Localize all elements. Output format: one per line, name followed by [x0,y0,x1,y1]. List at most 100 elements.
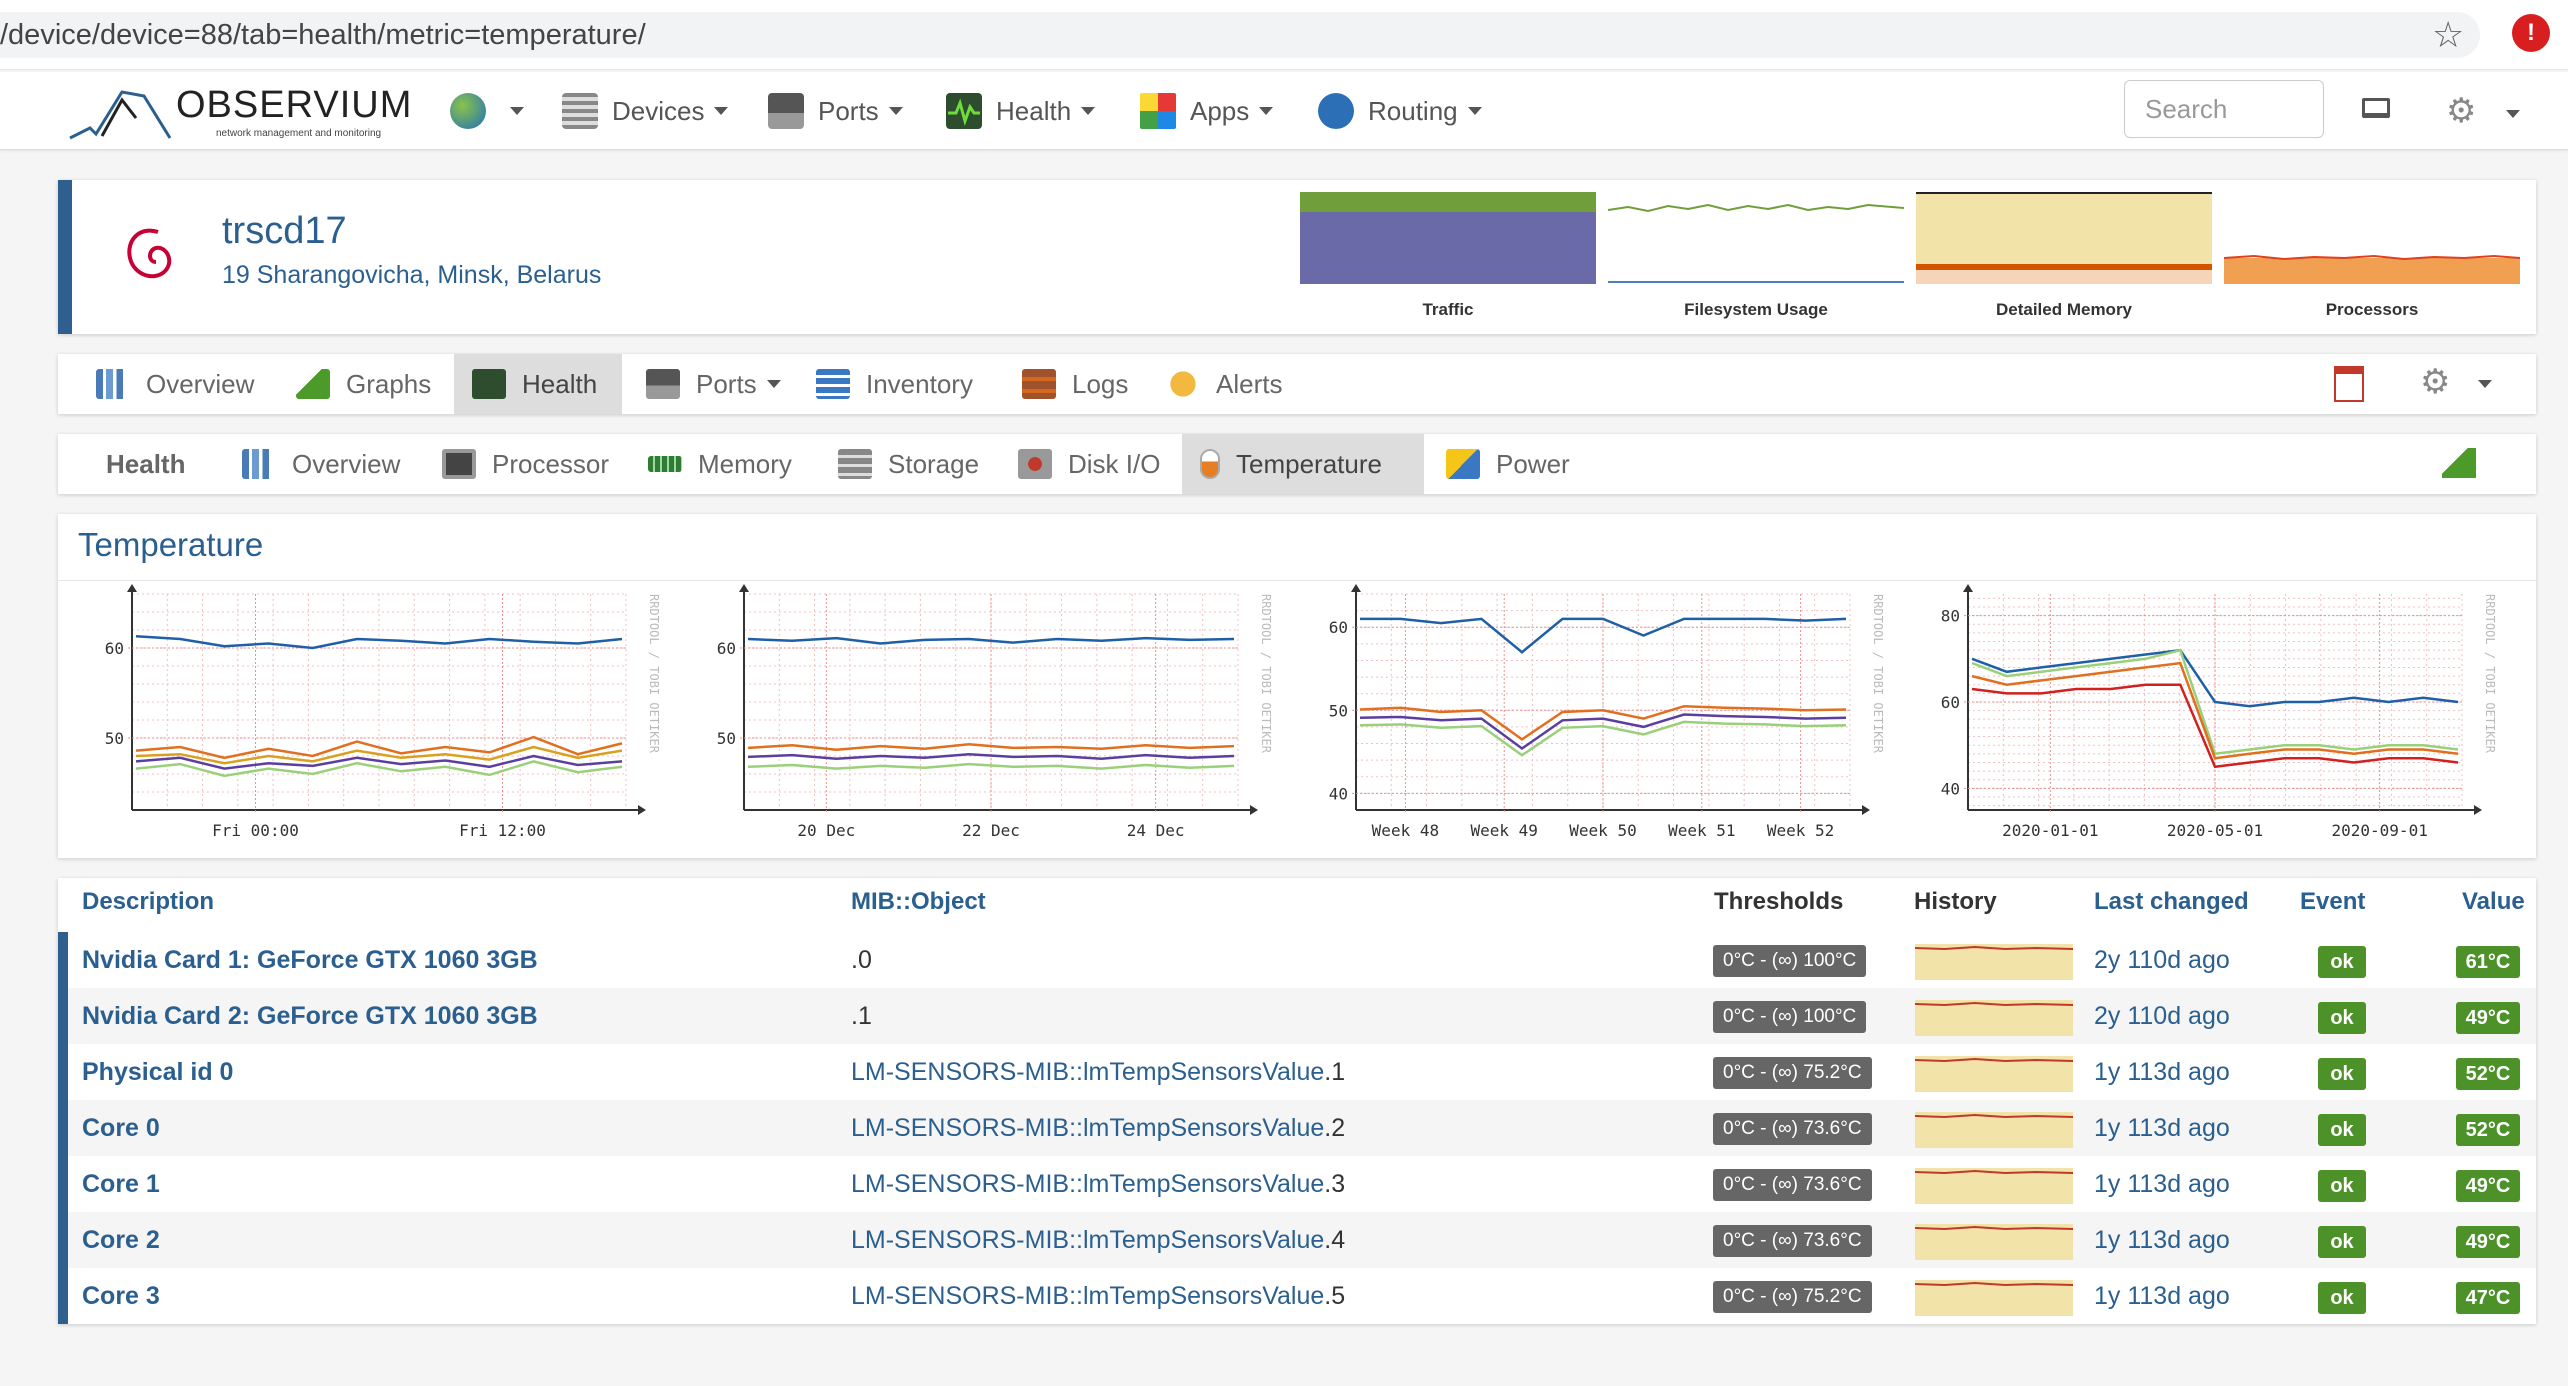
col-event[interactable]: Event [2300,888,2365,916]
temperature-graph-year[interactable]: 40 60 80 2020-01-01 2020-05-01 2020-09-01 RRDT… [1914,584,2514,848]
mib-name[interactable]: LM-SENSORS-MIB::lmTempSensorsValue [851,1114,1324,1142]
col-description[interactable]: Description [82,888,214,916]
bookmark-star-icon[interactable]: ☆ [2432,14,2464,56]
memory-minigraph[interactable]: Detailed Memory [1916,192,2212,319]
nav-globe[interactable] [450,88,524,134]
chevron-down-icon[interactable] [2506,110,2520,118]
laptop-icon[interactable] [2362,98,2390,118]
table-row[interactable]: Physical id 0 LM-SENSORS-MIB::lmTempSenso… [58,1044,2536,1100]
gear-icon[interactable]: ⚙ [2420,364,2450,400]
sensor-mib[interactable]: LM-SENSORS-MIB::lmTempSensorsValue.1 [851,1044,1345,1100]
sensor-mib[interactable]: .1 [851,988,872,1044]
tab-health-label: Health [522,368,598,399]
subtab-processor[interactable]: Processor [424,434,627,494]
bell-icon [1166,369,1200,399]
history-sparkline[interactable] [1915,1056,2073,1092]
history-sparkline[interactable] [1915,1224,2073,1260]
notebook-icon[interactable] [2334,366,2364,402]
filesystem-minigraph[interactable]: Filesystem Usage [1607,192,1905,319]
temperature-graph-week[interactable]: 50 60 20 Dec 22 Dec 24 Dec RRDTOOL / TOBI OET… [690,584,1290,848]
top-navbar: OBSERVIUM network management and monitor… [0,72,2568,150]
nav-health[interactable]: Health [946,88,1096,134]
tab-inventory[interactable]: Inventory [798,354,991,414]
bar-chart-icon [96,369,130,399]
tab-ports[interactable]: Ports [628,354,799,414]
subtab-overview[interactable]: Overview [224,434,418,494]
sensor-mib[interactable]: LM-SENSORS-MIB::lmTempSensorsValue.3 [851,1156,1345,1212]
device-hostname[interactable]: trscd17 [222,210,347,253]
heartbeat-icon [946,93,982,129]
health-subtabbar: Health Overview Processor Memory Storage… [58,434,2536,494]
extension-icon[interactable]: ! [2512,14,2550,52]
y-axis-arrow [1351,584,1361,592]
col-last-changed[interactable]: Last changed [2094,888,2249,916]
bar-chart-icon [242,449,276,479]
nav-apps[interactable]: Apps [1140,88,1274,134]
sensor-description[interactable]: Core 2 [82,1212,160,1268]
table-row[interactable]: Nvidia Card 1: GeForce GTX 1060 3GB .0 0°C… [58,932,2536,988]
col-thresholds: Thresholds [1714,888,1844,915]
sensor-mib[interactable]: .0 [851,932,872,988]
mib-object: .0 [851,946,872,974]
y-axis-arrow [739,584,749,592]
history-sparkline[interactable] [1915,944,2073,980]
temperature-graph-day[interactable]: 50 60 Fri 00:00 Fri 12:00 RRDTOOL / TOBI OET… [78,584,678,848]
sensor-mib[interactable]: LM-SENSORS-MIB::lmTempSensorsValue.4 [851,1212,1345,1268]
col-mib[interactable]: MIB::Object [851,888,986,916]
chevron-down-icon[interactable] [2478,380,2492,388]
mib-name[interactable]: LM-SENSORS-MIB::lmTempSensorsValue [851,1058,1324,1086]
nav-devices[interactable]: Devices [562,88,729,134]
history-sparkline[interactable] [1915,1168,2073,1204]
sensor-mib[interactable]: LM-SENSORS-MIB::lmTempSensorsValue.5 [851,1268,1345,1324]
tab-overview[interactable]: Overview [78,354,272,414]
col-value[interactable]: Value [2462,888,2525,916]
mib-name[interactable]: LM-SENSORS-MIB::lmTempSensorsValue [851,1282,1324,1310]
row-status-bar [58,1268,68,1324]
temperature-graph-month[interactable]: 40 50 60 Week 48 Week 49 Week 50 Week 51 Week 5… [1302,584,1902,848]
sensor-description[interactable]: Nvidia Card 2: GeForce GTX 1060 3GB [82,988,538,1044]
history-sparkline[interactable] [1915,1280,2073,1316]
sensor-description[interactable]: Core 0 [82,1100,160,1156]
subtab-diskio[interactable]: Disk I/O [1000,434,1178,494]
sensor-description[interactable]: Core 3 [82,1268,160,1324]
value-badge: 49°C [2456,1002,2520,1034]
table-row[interactable]: Core 1 LM-SENSORS-MIB::lmTempSensorsValue… [58,1156,2536,1212]
history-sparkline[interactable] [1915,1112,2073,1148]
sensor-description[interactable]: Core 1 [82,1156,160,1212]
tab-alerts[interactable]: Alerts [1148,354,1300,414]
tab-graphs[interactable]: Graphs [278,354,449,414]
processors-graph [2223,254,2521,284]
processors-minigraph[interactable]: Processors [2223,192,2521,319]
sensor-description[interactable]: Nvidia Card 1: GeForce GTX 1060 3GB [82,932,538,988]
search-input[interactable]: Search [2124,80,2324,138]
tab-health[interactable]: Health [454,354,622,414]
row-status-bar [58,1100,68,1156]
event-badge: ok [2318,1170,2366,1202]
sensor-description[interactable]: Physical id 0 [82,1044,233,1100]
history-sparkline[interactable] [1915,1000,2073,1036]
nav-devices-label: Devices [612,95,705,126]
tab-logs[interactable]: Logs [1004,354,1146,414]
table-row[interactable]: Core 3 LM-SENSORS-MIB::lmTempSensorsValue… [58,1268,2536,1324]
sensor-mib[interactable]: LM-SENSORS-MIB::lmTempSensorsValue.2 [851,1100,1345,1156]
last-changed: 1y 113d ago [2094,1170,2230,1198]
nav-routing[interactable]: Routing [1318,88,1482,134]
table-row[interactable]: Core 2 LM-SENSORS-MIB::lmTempSensorsValue… [58,1212,2536,1268]
subtab-memory[interactable]: Memory [630,434,810,494]
traffic-minigraph[interactable]: Traffic [1300,192,1596,319]
mib-name[interactable]: LM-SENSORS-MIB::lmTempSensorsValue [851,1226,1324,1254]
table-row[interactable]: Core 0 LM-SENSORS-MIB::lmTempSensorsValue… [58,1100,2536,1156]
subtab-temperature[interactable]: Temperature [1182,434,1424,494]
address-bar[interactable]: /device/device=88/tab=health/metric=temp… [0,12,2480,58]
subtab-power[interactable]: Power [1428,434,1588,494]
device-location[interactable]: 19 Sharangovicha, Minsk, Belarus [222,261,601,290]
mib-name[interactable]: LM-SENSORS-MIB::lmTempSensorsValue [851,1170,1324,1198]
subtab-storage[interactable]: Storage [820,434,997,494]
tab-overview-label: Overview [146,368,255,399]
graph-view-icon[interactable] [2442,448,2476,478]
nav-ports[interactable]: Ports [768,88,903,134]
table-row[interactable]: Nvidia Card 2: GeForce GTX 1060 3GB .1 0°C… [58,988,2536,1044]
observium-logo[interactable]: OBSERVIUM network management and monitor… [66,78,411,144]
gear-icon[interactable]: ⚙ [2446,94,2476,128]
nav-health-label: Health [996,95,1072,126]
